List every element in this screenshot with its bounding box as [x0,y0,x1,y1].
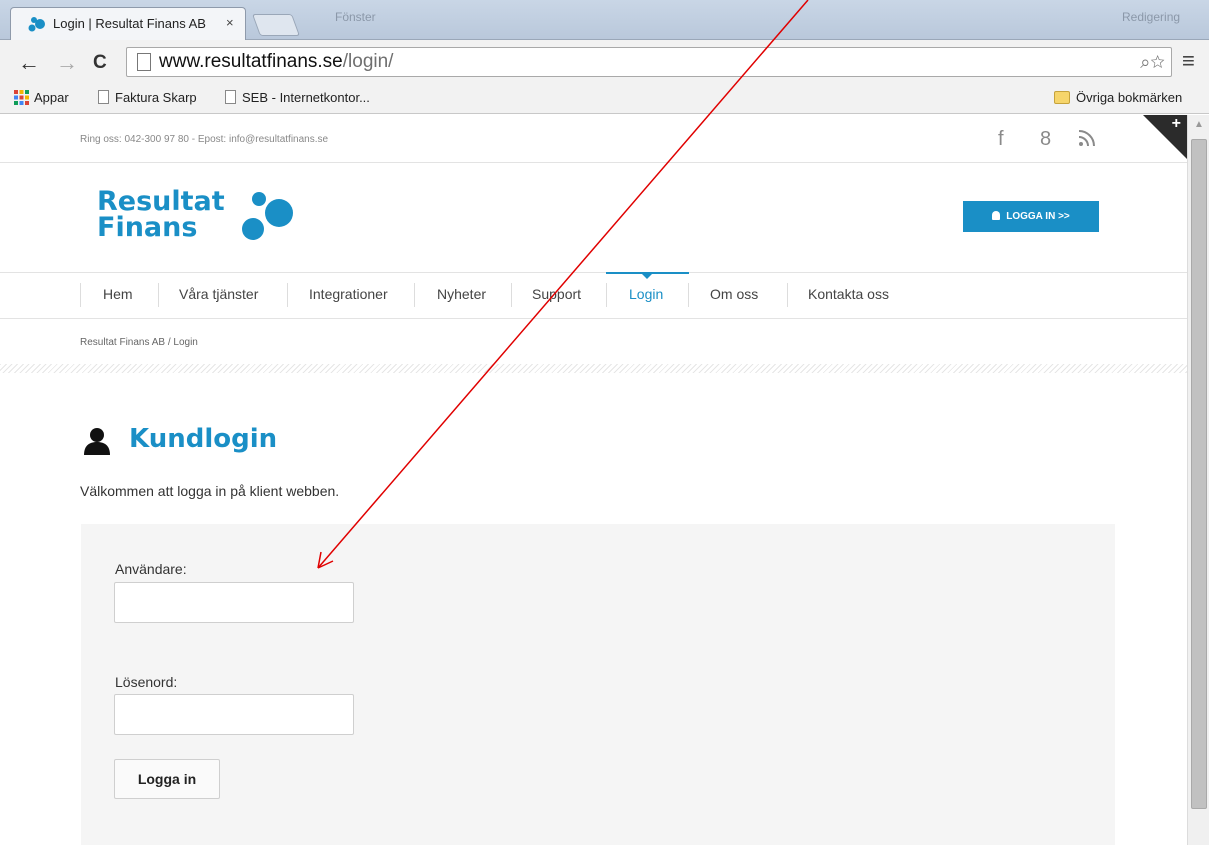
nav-item-integrationer[interactable]: Integrationer [309,286,388,302]
page-title: Kundlogin [129,424,278,454]
scrollbar-thumb[interactable] [1191,139,1207,809]
reload-icon[interactable]: C [93,52,107,74]
nav-item-login[interactable]: Login [629,286,663,302]
apps-grid-icon [14,90,29,105]
forward-arrow-icon[interactable]: → [56,50,78,76]
nav-divider [606,283,607,307]
nav-item-kontakta-oss[interactable]: Kontakta oss [808,286,889,302]
nav-divider [787,283,788,307]
bookmarks-bar: Appar Faktura Skarp SEB - Internetkontor… [0,84,1209,114]
nav-divider [414,283,415,307]
nav-divider [511,283,512,307]
logo-mark-icon [242,192,293,240]
scroll-up-arrow-icon[interactable]: ▲ [1194,119,1204,130]
intro-text: Välkommen att logga in på klient webben. [80,483,340,499]
browser-menu-icon[interactable]: ≡ [1182,48,1195,74]
zoom-and-bookmark-star-icon[interactable]: ⌕☆ [1140,52,1165,73]
rss-icon[interactable] [1078,129,1096,152]
user-icon [84,428,110,455]
username-label: Användare: [115,561,187,577]
password-input[interactable] [114,694,354,735]
user-icon [992,211,1001,220]
login-form: Användare: Lösenord: Logga in [81,524,1115,845]
nav-item-om-oss[interactable]: Om oss [710,286,758,302]
site-favicon-icon [28,17,45,32]
page-icon [137,53,151,71]
top-info-bar: Ring oss: 042-300 97 80 - Epost: info@re… [0,115,1187,163]
tab-close-icon[interactable]: × [226,15,234,30]
faded-window-text: Redigering [1122,10,1181,24]
facebook-icon[interactable]: f [998,128,1004,151]
new-tab-button[interactable] [251,14,301,36]
page-scrollbar[interactable]: ▲ [1187,115,1209,845]
logo-text: Resultat Finans [97,186,225,243]
plus-icon[interactable]: + [1172,115,1181,133]
nav-active-caret [642,274,652,279]
back-arrow-icon[interactable]: ← [18,50,40,76]
folder-icon [1054,91,1070,104]
nav-item-hem[interactable]: Hem [103,286,133,302]
bookmark-faktura-skarp[interactable]: Faktura Skarp [98,90,197,105]
other-bookmarks[interactable]: Övriga bokmärken [1054,90,1182,105]
username-input[interactable] [114,582,354,623]
nav-divider [688,283,689,307]
nav-item-support[interactable]: Support [532,286,581,302]
address-url: www.resultatfinans.se/login/ [159,51,394,72]
browser-tab-bar: Login | Resultat Finans AB × Fönster Red… [0,0,1209,40]
tab-title: Login | Resultat Finans AB [53,16,206,31]
nav-divider [158,283,159,307]
header-login-button[interactable]: LOGGA IN >> [963,201,1099,232]
page-icon [225,90,236,104]
bookmark-appar[interactable]: Appar [14,90,69,105]
nav-item-vara-tjanster[interactable]: Våra tjänster [179,286,258,302]
browser-toolbar: ← → C www.resultatfinans.se/login/ ⌕☆ ≡ [0,40,1209,90]
contact-info: Ring oss: 042-300 97 80 - Epost: info@re… [80,134,329,145]
web-page: Ring oss: 042-300 97 80 - Epost: info@re… [0,115,1187,845]
google-plus-icon[interactable]: 8 [1040,128,1051,151]
address-bar[interactable]: www.resultatfinans.se/login/ ⌕☆ [126,47,1172,77]
login-submit-button[interactable]: Logga in [114,759,220,799]
main-navigation: Hem Våra tjänster Integrationer Nyheter … [0,272,1187,319]
faded-tab-text: Fönster [335,10,376,24]
nav-divider [80,283,81,307]
breadcrumb: Resultat Finans AB / Login [80,337,198,348]
page-icon [98,90,109,104]
browser-tab[interactable]: Login | Resultat Finans AB × [10,7,246,40]
bookmark-seb[interactable]: SEB - Internetkontor... [225,90,370,105]
password-label: Lösenord: [115,674,178,690]
hatched-divider [0,364,1187,373]
nav-divider [287,283,288,307]
site-logo[interactable]: Resultat Finans [85,175,325,251]
nav-item-nyheter[interactable]: Nyheter [437,286,486,302]
